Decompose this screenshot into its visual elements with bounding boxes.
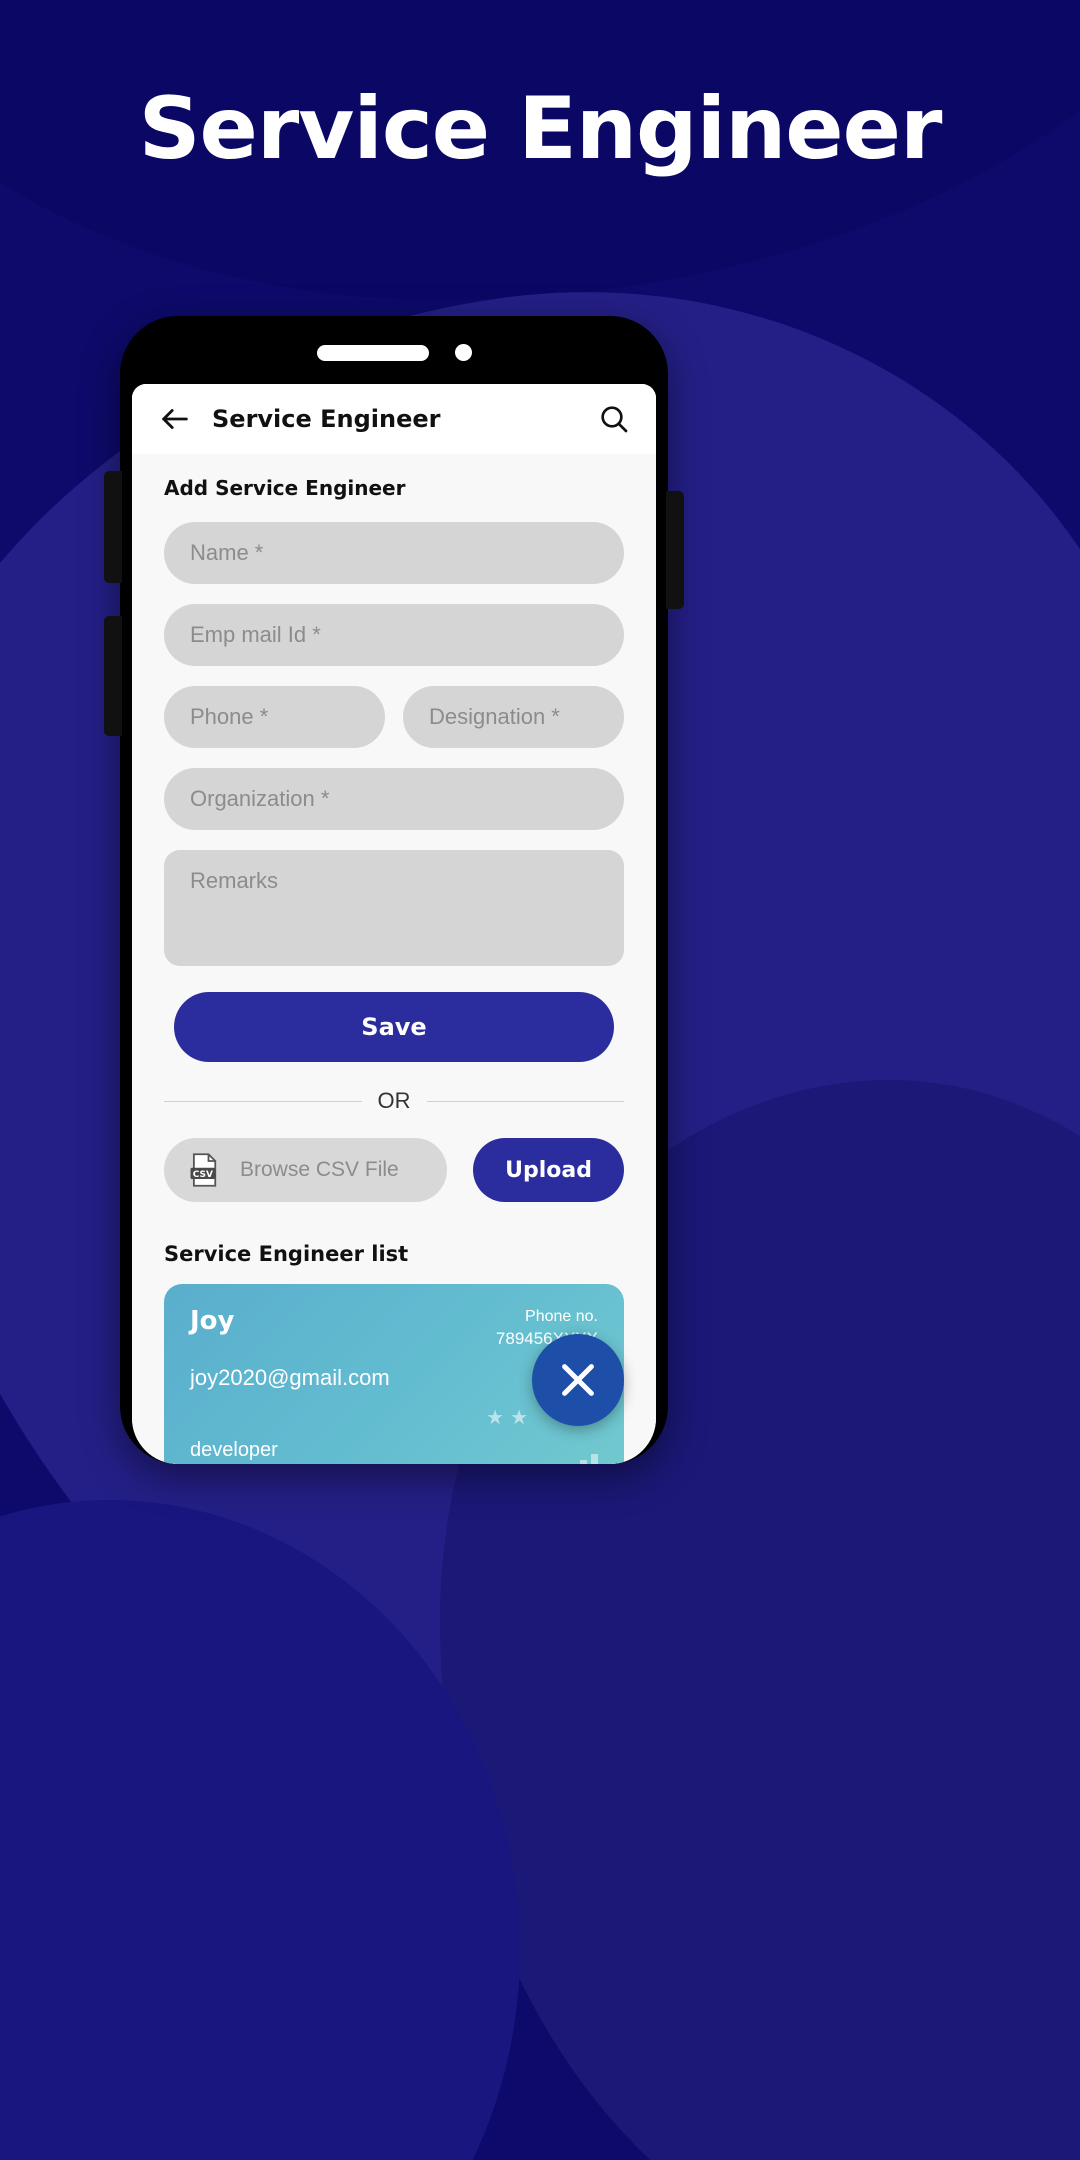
close-fab-button[interactable] [532,1334,624,1426]
phone-volume-up-button [104,471,122,583]
star-icon: ★ [486,1406,505,1429]
organization-input-placeholder: Organization * [190,786,330,811]
star-icon: ★ [510,1406,528,1429]
engineer-role: developer [190,1438,278,1461]
earpiece-speaker [316,344,429,361]
divider-line-left [164,1100,362,1102]
service-engineer-list-heading: Service Engineer list [164,1242,409,1266]
front-camera-dot [454,344,472,361]
csv-upload-row: CSV Browse CSV File Upload [164,1138,624,1202]
organization-input[interactable]: Organization * [164,768,624,830]
bar-segment [580,1459,587,1464]
phone-input[interactable]: Phone * [164,686,385,748]
emp-mail-id-placeholder: Emp mail Id * [190,622,321,647]
emp-mail-id-input[interactable]: Emp mail Id * [164,604,624,666]
svg-text:CSV: CSV [193,1170,213,1180]
search-icon [601,406,628,433]
arrow-left-icon [162,409,188,429]
phone-screen: Service Engineer Add Service Engineer Na… [132,384,656,1464]
add-service-engineer-heading: Add Service Engineer [164,476,406,500]
remarks-input[interactable]: Remarks [164,850,624,966]
phone-volume-down-button [104,616,122,736]
phone-input-placeholder: Phone * [190,704,269,729]
screen-body: Add Service Engineer Name * Emp mail Id … [132,454,656,1464]
browse-csv-file-label: Browse CSV File [240,1158,399,1181]
divider-line-right [426,1100,624,1102]
page-title: Service Engineer [212,405,441,433]
phone-no-label: Phone no. [525,1308,598,1325]
search-button[interactable] [598,403,630,435]
browse-csv-file-button[interactable]: CSV Browse CSV File [164,1138,448,1202]
csv-file-icon: CSV [190,1153,217,1187]
phone-notch [120,344,668,361]
phone-power-button [666,491,684,609]
engineer-card-top: Joy Phone no. 789456XXXX [190,1306,598,1351]
upload-button[interactable]: Upload [473,1138,624,1202]
name-input[interactable]: Name * [164,522,624,584]
hero-title: Service Engineer [138,79,943,179]
chart-bars-icon [569,1453,598,1464]
back-button[interactable] [158,402,192,436]
app-bar: Service Engineer [132,384,656,454]
close-icon [562,1364,594,1396]
save-button[interactable]: Save [174,992,614,1062]
hero-banner: Service Engineer [0,79,1080,179]
engineer-name: Joy [190,1306,235,1336]
bar-segment [591,1453,598,1464]
designation-input[interactable]: Designation * [403,686,624,748]
designation-input-placeholder: Designation * [429,704,560,729]
or-divider: OR [164,1088,624,1114]
phone-mockup: Service Engineer Add Service Engineer Na… [104,316,684,1464]
name-input-placeholder: Name * [190,540,264,565]
rating-stars: ★ ★ [486,1405,528,1430]
or-label: OR [377,1088,411,1113]
remarks-input-placeholder: Remarks [190,868,279,893]
phone-designation-row: Phone * Designation * [164,686,624,768]
